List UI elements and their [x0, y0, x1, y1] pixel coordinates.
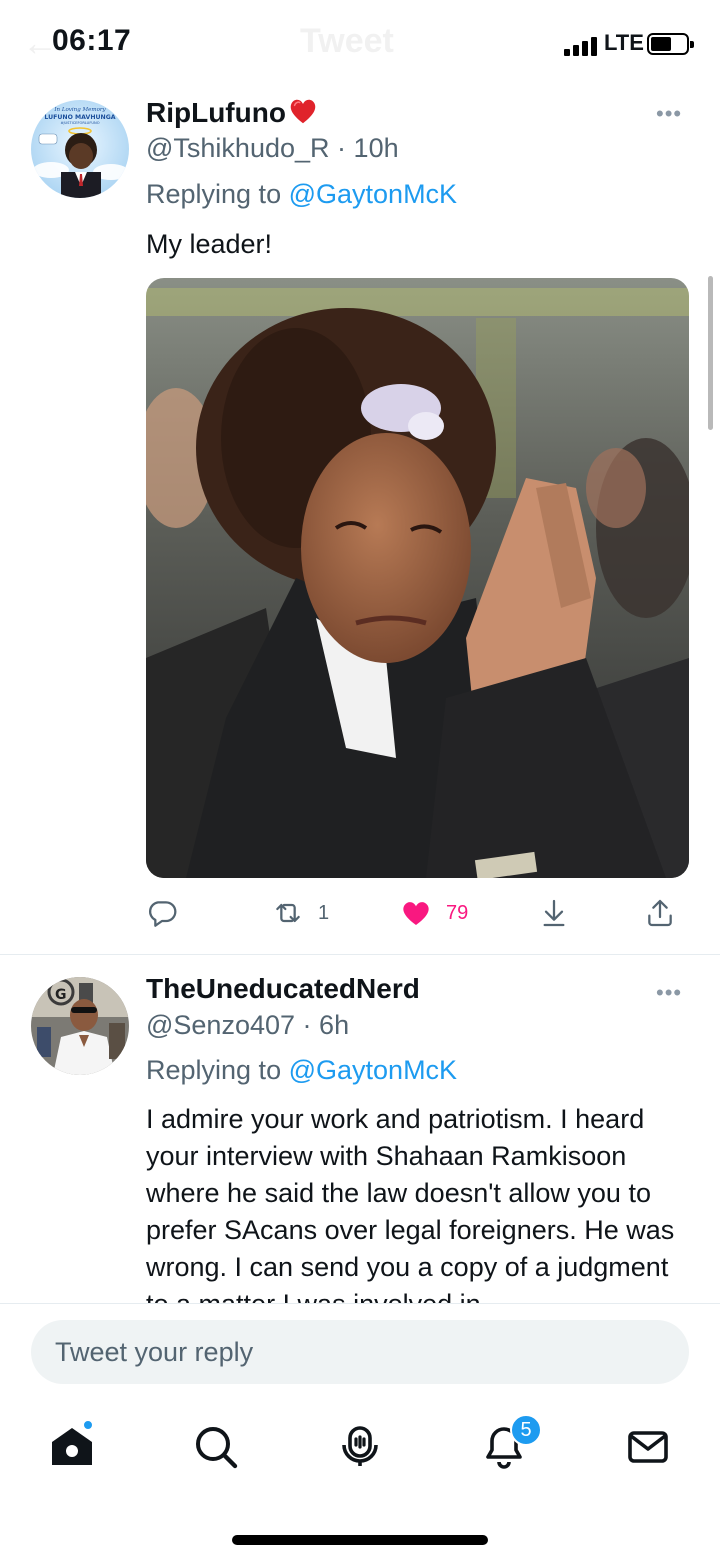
replying-to: Replying to @GaytonMcK [146, 1055, 458, 1085]
tweet-photo[interactable] [146, 278, 689, 878]
handle-and-time: @Senzo407 · 6h [146, 1010, 350, 1040]
share-icon [648, 899, 672, 927]
crying-woman-photo [146, 278, 689, 878]
reply-button[interactable] [146, 893, 192, 933]
like-button[interactable]: 79 [400, 893, 468, 933]
spaces-icon [342, 1426, 378, 1466]
replying-to: Replying to @GaytonMcK [146, 179, 458, 209]
avatar[interactable]: G [31, 977, 129, 1075]
reply-placeholder: Tweet your reply [55, 1337, 254, 1367]
svg-text:#JUSTICEFORLUFUNO: #JUSTICEFORLUFUNO [60, 121, 99, 125]
home-indicator[interactable] [232, 1535, 488, 1545]
more-options-icon[interactable]: ••• [656, 980, 682, 1006]
messages-tab[interactable] [624, 1423, 672, 1471]
heart-filled-icon [403, 902, 429, 925]
svg-text:LUFUNO MAVHUNGA: LUFUNO MAVHUNGA [44, 114, 115, 121]
user-handle[interactable]: @Tshikhudo_R [146, 133, 330, 163]
search-tab[interactable] [192, 1423, 240, 1471]
scrollbar[interactable] [708, 276, 713, 430]
replying-to-link[interactable]: @GaytonMcK [289, 179, 457, 209]
handle-and-time: @Tshikhudo_R · 10h [146, 133, 399, 163]
user-photo-avatar: G [31, 977, 129, 1075]
tweet-text: I admire your work and patriotism. I hea… [146, 1104, 675, 1303]
tweet-time: 6h [319, 1010, 350, 1040]
spaces-tab[interactable] [336, 1423, 384, 1471]
retweet-count: 1 [318, 901, 330, 924]
bookmark-button[interactable] [538, 893, 570, 933]
memorial-avatar-image: In Loving Memory LUFUNO MAVHUNGA #JUSTIC… [31, 100, 129, 198]
tweet-reply-2[interactable]: G TheUneducatedNerd ••• @Senzo407 · 6h R… [0, 955, 720, 1303]
display-name[interactable]: TheUneducatedNerd [146, 973, 420, 1005]
tweet-actions: 1 79 [146, 893, 689, 933]
tweet-text: My leader! [146, 229, 273, 259]
svg-text:G: G [55, 987, 67, 1003]
like-count: 79 [446, 901, 469, 924]
reply-icon [149, 901, 177, 927]
share-button[interactable] [644, 893, 676, 933]
more-options-icon[interactable]: ••• [656, 101, 682, 127]
reply-input[interactable]: Tweet your reply [31, 1320, 689, 1384]
download-arrow-icon [543, 899, 565, 927]
retweet-button[interactable]: 1 [272, 893, 329, 933]
replying-to-link[interactable]: @GaytonMcK [289, 1055, 457, 1085]
red-heart-emoji-icon [290, 99, 316, 124]
notification-badge: 5 [510, 1414, 542, 1446]
svg-text:In Loving Memory: In Loving Memory [53, 107, 106, 113]
new-content-dot [82, 1419, 94, 1431]
tweet-time: 10h [353, 133, 399, 163]
avatar[interactable]: In Loving Memory LUFUNO MAVHUNGA #JUSTIC… [31, 100, 129, 198]
user-handle[interactable]: @Senzo407 [146, 1010, 295, 1040]
messages-icon [628, 1431, 668, 1463]
retweet-icon [276, 903, 300, 923]
tweet-reply-1[interactable]: In Loving Memory LUFUNO MAVHUNGA #JUSTIC… [0, 0, 720, 954]
search-icon [196, 1427, 238, 1469]
display-name[interactable]: RipLufuno [146, 96, 318, 129]
